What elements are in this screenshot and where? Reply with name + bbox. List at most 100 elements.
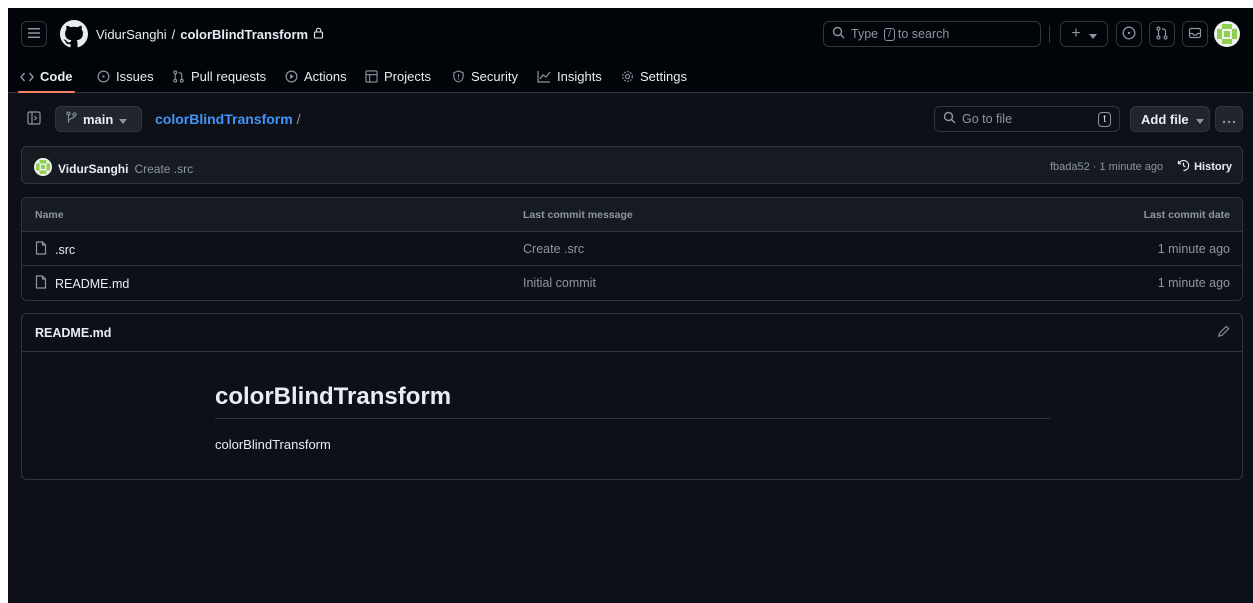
- tab-code[interactable]: Code: [18, 60, 74, 93]
- chevron-down-icon: [119, 112, 128, 127]
- tab-code-label: Code: [40, 69, 73, 84]
- column-commit-message: Last commit message: [523, 209, 633, 221]
- search-prefix: Type: [851, 27, 879, 41]
- readme-divider: [215, 418, 1050, 419]
- tab-projects[interactable]: Projects: [365, 60, 431, 93]
- owner-link[interactable]: VidurSanghi: [96, 27, 167, 42]
- branch-name: main: [83, 111, 114, 127]
- play-icon: [285, 70, 298, 83]
- file-commit-date: 1 minute ago: [1157, 276, 1230, 290]
- go-to-file-placeholder: Go to file: [962, 112, 1013, 126]
- history-label: History: [1194, 161, 1232, 173]
- graph-icon: [537, 70, 551, 83]
- edit-pencil-icon[interactable]: [1217, 325, 1230, 341]
- path-separator: /: [171, 27, 176, 42]
- latest-commit-info: VidurSanghi Create .src: [34, 158, 193, 179]
- table-icon: [365, 70, 378, 83]
- repo-tabs: Code Issues Pull requests Actions Projec…: [8, 60, 1253, 93]
- table-row[interactable]: README.md Initial commit 1 minute ago: [22, 266, 1242, 300]
- history-link[interactable]: History: [1177, 159, 1232, 175]
- go-to-file-input[interactable]: Go to file t: [934, 106, 1120, 132]
- breadcrumb-separator: /: [296, 111, 301, 127]
- author-avatar[interactable]: [34, 158, 52, 179]
- code-icon: [20, 71, 34, 83]
- readme-header: README.md: [22, 314, 1242, 352]
- readme-body: colorBlindTransform: [215, 437, 331, 452]
- repo-link[interactable]: colorBlindTransform: [180, 27, 308, 42]
- file-icon: [35, 275, 47, 292]
- commit-author[interactable]: VidurSanghi: [58, 162, 128, 176]
- add-file-label: Add file: [1141, 111, 1189, 127]
- pull-request-icon: [172, 70, 185, 83]
- issue-icon: [97, 70, 110, 83]
- top-bar: VidurSanghi / colorBlindTransform Type /…: [8, 8, 1253, 60]
- column-commit-date: Last commit date: [1143, 209, 1230, 221]
- branch-selector[interactable]: main: [55, 106, 142, 132]
- sidebar-expand-icon: [27, 110, 41, 128]
- file-link[interactable]: README.md: [55, 277, 129, 291]
- file-commit-message[interactable]: Create .src: [523, 242, 584, 256]
- tab-issues-label: Issues: [116, 69, 154, 84]
- create-new-button[interactable]: +: [1060, 21, 1108, 47]
- table-row[interactable]: .src Create .src 1 minute ago: [22, 232, 1242, 266]
- file-commit-date: 1 minute ago: [1157, 242, 1230, 256]
- expand-file-tree-button[interactable]: [21, 106, 47, 132]
- add-file-button[interactable]: Add file: [1130, 106, 1210, 132]
- tab-settings[interactable]: Settings: [621, 60, 687, 93]
- file-name-cell: .src: [35, 241, 75, 258]
- breadcrumb-repo-link[interactable]: colorBlindTransform: [155, 111, 293, 127]
- tab-settings-label: Settings: [640, 69, 687, 84]
- tab-insights[interactable]: Insights: [537, 60, 602, 93]
- search-suffix: to search: [897, 27, 950, 41]
- inbox-button[interactable]: [1182, 21, 1208, 47]
- file-table: Name Last commit message Last commit dat…: [21, 197, 1243, 301]
- pull-requests-button[interactable]: [1149, 21, 1175, 47]
- column-name: Name: [35, 209, 64, 221]
- kebab-horizontal-icon: [1222, 112, 1236, 127]
- issue-icon: [1122, 26, 1136, 43]
- readme-title[interactable]: README.md: [35, 326, 111, 340]
- search-icon: [943, 111, 956, 127]
- commit-message[interactable]: Create .src: [134, 162, 193, 176]
- gear-icon: [621, 70, 634, 83]
- hamburger-icon: [27, 27, 41, 42]
- branch-icon: [66, 111, 77, 127]
- commit-hash-time[interactable]: fbada52 · 1 minute ago: [1050, 161, 1163, 173]
- user-avatar[interactable]: [1214, 21, 1240, 47]
- latest-commit-box: VidurSanghi Create .src fbada52 · 1 minu…: [21, 146, 1243, 184]
- tab-pull-requests[interactable]: Pull requests: [172, 60, 266, 93]
- pull-request-icon: [1155, 25, 1169, 43]
- file-link[interactable]: .src: [55, 243, 75, 257]
- tab-actions-label: Actions: [304, 69, 347, 84]
- issues-button[interactable]: [1116, 21, 1142, 47]
- repo-breadcrumb: VidurSanghi / colorBlindTransform: [96, 27, 324, 42]
- chevron-down-icon: [1195, 112, 1204, 127]
- github-window: VidurSanghi / colorBlindTransform Type /…: [8, 8, 1253, 603]
- go-to-file-shortcut: t: [1098, 112, 1111, 127]
- inbox-icon: [1188, 26, 1202, 43]
- menu-button[interactable]: [21, 21, 47, 47]
- tab-projects-label: Projects: [384, 69, 431, 84]
- search-shortcut-key: /: [884, 27, 895, 41]
- tab-security-label: Security: [471, 69, 518, 84]
- search-icon: [832, 26, 845, 42]
- readme-panel: README.md colorBlindTransform colorBlind…: [21, 313, 1243, 480]
- tab-insights-label: Insights: [557, 69, 602, 84]
- file-navigation: main colorBlindTransform / Go to file t …: [8, 104, 1253, 134]
- global-search[interactable]: Type / to search: [823, 21, 1041, 47]
- commit-meta: fbada52 · 1 minute ago History: [1050, 159, 1232, 175]
- file-name-cell: README.md: [35, 275, 129, 292]
- shield-icon: [452, 70, 465, 83]
- tab-issues[interactable]: Issues: [97, 60, 154, 93]
- more-options-button[interactable]: [1215, 106, 1243, 132]
- lock-icon: [313, 27, 324, 42]
- tab-pull-requests-label: Pull requests: [191, 69, 267, 84]
- file-commit-message[interactable]: Initial commit: [523, 276, 596, 290]
- history-icon: [1177, 159, 1190, 175]
- tab-security[interactable]: Security: [452, 60, 518, 93]
- header-divider: [1049, 25, 1050, 43]
- github-logo-icon[interactable]: [60, 20, 88, 48]
- plus-icon: +: [1071, 25, 1081, 42]
- readme-heading: colorBlindTransform: [215, 383, 452, 410]
- tab-actions[interactable]: Actions: [285, 60, 347, 93]
